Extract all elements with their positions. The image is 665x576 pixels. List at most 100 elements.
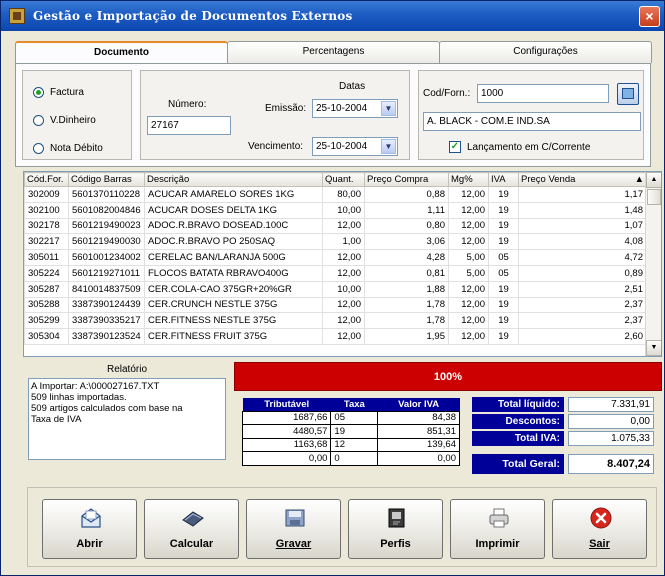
table-cell[interactable]: 10,00 <box>322 201 365 219</box>
table-cell[interactable]: 19 <box>488 233 519 251</box>
table-cell[interactable]: 305304 <box>24 328 69 345</box>
table-cell[interactable]: 302100 <box>24 201 69 219</box>
table-row[interactable]: 302009 5601370110228 ACUCAR AMARELO SORES … <box>24 186 647 203</box>
table-row[interactable]: 305304 3387390123524 CER.FITNESS FRUIT 375… <box>24 328 647 345</box>
table-cell[interactable]: 1,07 <box>518 217 647 235</box>
table-cell[interactable]: 3387390123524 <box>68 328 145 345</box>
scroll-down-icon[interactable]: ▼ <box>646 340 661 356</box>
table-cell[interactable]: 19 <box>488 328 519 345</box>
table-row[interactable]: 302217 5601219490030 ADOC.R.BRAVO PO 250SA… <box>24 233 647 251</box>
chevron-down-icon[interactable]: ▼ <box>381 101 396 116</box>
table-cell[interactable]: 12,00 <box>448 201 489 219</box>
table-cell[interactable]: 0,80 <box>364 217 449 235</box>
table-cell[interactable]: 1,95 <box>364 328 449 345</box>
table-cell[interactable]: 3387390335217 <box>68 312 145 330</box>
table-cell[interactable]: 12,00 <box>448 233 489 251</box>
col-header-preco-venda[interactable]: Preço Venda ▲ <box>518 172 647 187</box>
table-cell[interactable]: 5601219490030 <box>68 233 145 251</box>
table-cell[interactable]: 0,81 <box>364 264 449 282</box>
articles-grid[interactable]: Cód.For. Código Barras Descrição Quant. … <box>23 171 662 357</box>
table-cell[interactable]: 05 <box>488 264 519 282</box>
table-cell[interactable]: 12,00 <box>322 296 365 314</box>
radio-factura[interactable]: Factura <box>33 87 84 98</box>
perfis-button[interactable]: Perfis <box>348 499 443 559</box>
scroll-thumb[interactable] <box>647 189 661 205</box>
table-cell[interactable]: 0,88 <box>364 186 449 203</box>
radio-vdinheiro-dot[interactable] <box>33 115 44 126</box>
numero-input[interactable]: 27167 <box>147 116 231 135</box>
table-cell[interactable]: 12,00 <box>448 280 489 298</box>
table-cell[interactable]: 1,00 <box>322 233 365 251</box>
tab-documento[interactable]: Documento <box>15 41 228 64</box>
table-cell[interactable]: 19 <box>488 312 519 330</box>
table-cell[interactable]: 1,48 <box>518 201 647 219</box>
table-cell[interactable]: 12,00 <box>322 217 365 235</box>
sair-button[interactable]: Sair <box>552 499 647 559</box>
col-header-mg[interactable]: Mg% <box>448 172 489 187</box>
table-row[interactable]: 302100 5601082004846 ACUCAR DOSES DELTA 1K… <box>24 201 647 219</box>
table-cell[interactable]: 5,00 <box>448 264 489 282</box>
table-cell[interactable]: 302009 <box>24 186 69 203</box>
vencimento-select[interactable]: 25-10-2004 ▼ <box>312 137 398 156</box>
col-header-codigo-barras[interactable]: Código Barras <box>68 172 145 187</box>
table-cell[interactable]: 12,00 <box>322 249 365 266</box>
abrir-button[interactable]: Abrir <box>42 499 137 559</box>
col-header-cod-for[interactable]: Cód.For. <box>24 172 69 187</box>
table-cell[interactable]: 10,00 <box>322 280 365 298</box>
table-cell[interactable]: 12,00 <box>322 312 365 330</box>
table-cell[interactable]: 12,00 <box>448 186 489 203</box>
close-button[interactable]: × <box>639 6 660 27</box>
table-cell[interactable]: 80,00 <box>322 186 365 203</box>
table-cell[interactable]: 305299 <box>24 312 69 330</box>
table-cell[interactable]: 12,00 <box>322 328 365 345</box>
table-cell[interactable]: 1,78 <box>364 312 449 330</box>
table-cell[interactable]: 305224 <box>24 264 69 282</box>
radio-factura-dot[interactable] <box>33 87 44 98</box>
table-cell[interactable]: 1,11 <box>364 201 449 219</box>
tab-configuracoes[interactable]: Configurações <box>439 41 652 63</box>
table-row[interactable]: 305299 3387390335217 CER.FITNESS NESTLE 37… <box>24 312 647 330</box>
table-cell[interactable]: 19 <box>488 201 519 219</box>
table-cell[interactable]: ACUCAR AMARELO SORES 1KG <box>144 186 323 203</box>
table-cell[interactable]: 5601219490023 <box>68 217 145 235</box>
table-cell[interactable]: 1,17 <box>518 186 647 203</box>
table-row[interactable]: 305224 5601219271011 FLOCOS BATATA RBRAVO4… <box>24 264 647 282</box>
table-cell[interactable]: ACUCAR DOSES DELTA 1KG <box>144 201 323 219</box>
table-cell[interactable]: 2,60 <box>518 328 647 345</box>
table-cell[interactable]: 5,00 <box>448 249 489 266</box>
table-cell[interactable]: 305287 <box>24 280 69 298</box>
radio-nota-debito-dot[interactable] <box>33 143 44 154</box>
table-cell[interactable]: FLOCOS BATATA RBRAVO400G <box>144 264 323 282</box>
table-cell[interactable]: 1,78 <box>364 296 449 314</box>
table-cell[interactable]: CER.COLA-CAO 375GR+20%GR <box>144 280 323 298</box>
table-cell[interactable]: 3387390124439 <box>68 296 145 314</box>
fornecedor-name-input[interactable]: A. BLACK - COM.E IND.SA <box>423 112 641 131</box>
col-header-preco-compra[interactable]: Preço Compra <box>364 172 449 187</box>
table-cell[interactable]: CERELAC BAN/LARANJA 500G <box>144 249 323 266</box>
scroll-up-icon[interactable]: ▲ <box>646 172 661 188</box>
table-cell[interactable]: 5601082004846 <box>68 201 145 219</box>
table-cell[interactable]: 19 <box>488 186 519 203</box>
table-cell[interactable]: ADOC.R.BRAVO DOSEAD.100C <box>144 217 323 235</box>
table-cell[interactable]: 302178 <box>24 217 69 235</box>
table-row[interactable]: 305288 3387390124439 CER.CRUNCH NESTLE 375… <box>24 296 647 314</box>
table-row[interactable]: 302178 5601219490023 ADOC.R.BRAVO DOSEAD.1… <box>24 217 647 235</box>
relatorio-box[interactable]: A Importar: A:\000027167.TXT 509 linhas … <box>28 378 226 460</box>
table-cell[interactable]: 5601001234002 <box>68 249 145 266</box>
table-cell[interactable]: 2,37 <box>518 312 647 330</box>
table-cell[interactable]: CER.FITNESS NESTLE 375G <box>144 312 323 330</box>
table-cell[interactable]: 8410014837509 <box>68 280 145 298</box>
table-cell[interactable]: 305011 <box>24 249 69 266</box>
emissao-select[interactable]: 25-10-2004 ▼ <box>312 99 398 118</box>
table-cell[interactable]: 12,00 <box>448 312 489 330</box>
table-cell[interactable]: 5601219271011 <box>68 264 145 282</box>
table-cell[interactable]: 19 <box>488 280 519 298</box>
corrente-checkbox-row[interactable]: ✓ Lançamento em C/Corrente <box>449 141 590 153</box>
table-cell[interactable]: 12,00 <box>322 264 365 282</box>
table-cell[interactable]: 2,51 <box>518 280 647 298</box>
corrente-checkbox[interactable]: ✓ <box>449 141 461 153</box>
table-cell[interactable]: 0,89 <box>518 264 647 282</box>
table-cell[interactable]: 12,00 <box>448 296 489 314</box>
table-cell[interactable]: 1,88 <box>364 280 449 298</box>
chevron-down-icon[interactable]: ▼ <box>381 139 396 154</box>
